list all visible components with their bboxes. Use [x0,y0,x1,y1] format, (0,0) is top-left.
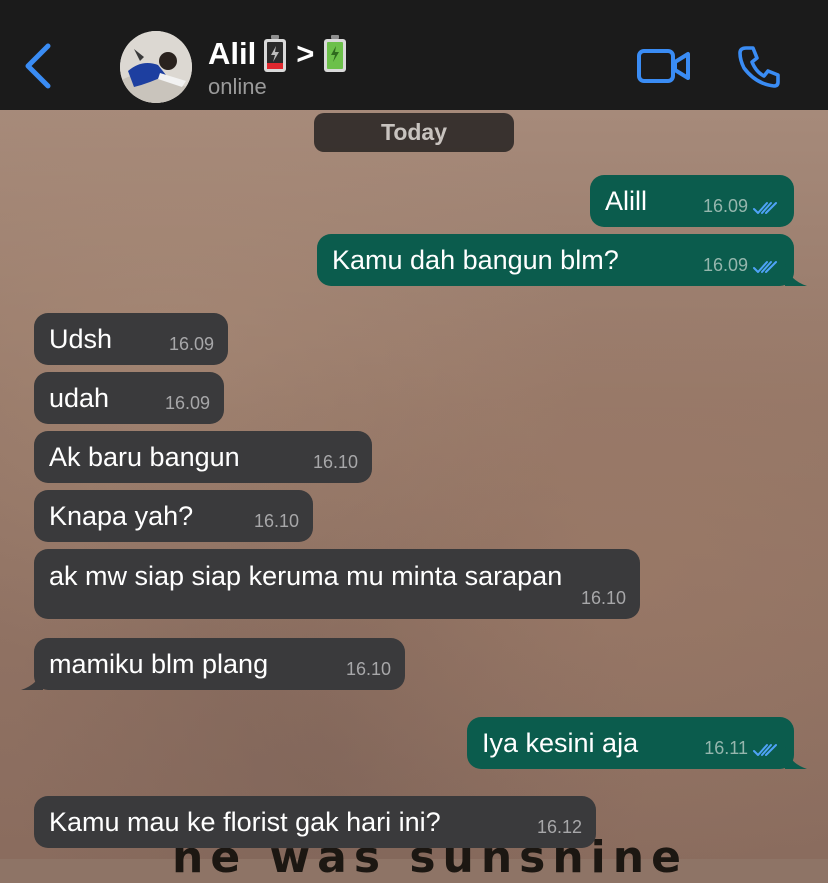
message-time: 16.09 [702,255,748,275]
message-time: 16.10 [580,588,626,608]
message-text: Knapa yah? [49,500,194,531]
incoming-message-bubble[interactable]: Knapa yah? 16.10 [34,490,313,542]
contact-avatar[interactable] [120,31,192,103]
outgoing-message-bubble[interactable]: Iya kesini aja 16.11 [467,717,807,769]
phone-icon [738,46,780,88]
message-time: 16.09 [168,334,214,354]
message-text: udah [49,382,110,413]
voice-call-button[interactable] [736,44,782,90]
double-check-icon [753,202,777,214]
name-separator: > [296,36,315,71]
incoming-message-bubble[interactable]: Kamu mau ke florist gak hari ini? 16.12 [34,796,596,848]
bubble-tail [785,747,807,769]
date-separator: Today [314,113,514,152]
outgoing-message-bubble[interactable]: Alill 16.09 [590,175,794,227]
message-text: Ak baru bangun [49,441,240,472]
message-time: 16.10 [345,659,391,679]
chat-header: Alil > online [0,0,828,110]
message-text: mamiku blm plang [49,648,269,679]
contact-status: online [208,74,267,99]
incoming-message-bubble[interactable]: udah 16.09 [34,372,224,424]
incoming-message-bubble[interactable]: Udsh 16.09 [34,313,228,365]
contact-name-text: Alil [208,36,257,71]
message-time: 16.11 [704,738,748,758]
contact-name[interactable]: Alil > [208,34,348,74]
message-text: Iya kesini aja [482,727,639,758]
video-camera-icon [637,49,690,83]
incoming-message-bubble[interactable]: Ak baru bangun 16.10 [34,431,372,483]
bubble-tail [785,264,807,286]
back-button[interactable] [22,42,56,90]
chevron-left-icon [25,43,51,89]
incoming-message-bubble[interactable]: mamiku blm plang 16.10 [21,638,405,690]
video-call-button[interactable] [636,46,692,86]
avatar-image [120,31,192,103]
message-text: Udsh [49,323,113,354]
message-time: 16.10 [253,511,299,531]
battery-full-icon [324,35,347,72]
message-text: ak mw siap siap keruma mu minta sarapan [49,561,563,591]
double-check-icon [753,744,777,756]
battery-low-icon [264,35,287,72]
double-check-icon [753,261,777,273]
message-time: 16.09 [702,196,748,216]
incoming-message-bubble[interactable]: ak mw siap siap keruma mu minta sarapan … [34,549,640,619]
message-text: Kamu mau ke florist gak hari ini? [49,806,441,837]
message-time: 16.10 [312,452,358,472]
message-text: Alill [605,185,648,216]
message-time: 16.12 [536,817,582,837]
message-text: Kamu dah bangun blm? [332,244,619,275]
message-time: 16.09 [164,393,210,413]
bubble-tail [21,668,43,690]
outgoing-message-bubble[interactable]: Kamu dah bangun blm? 16.09 [317,234,807,286]
